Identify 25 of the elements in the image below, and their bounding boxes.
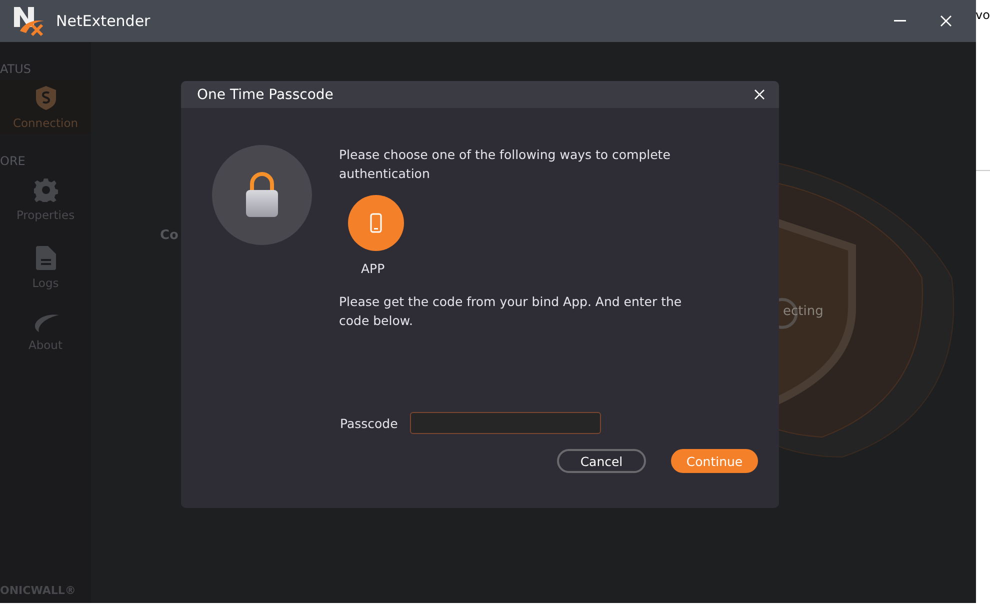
instructions-text: Please get the code from your bind App. And enter the code below. <box>339 293 683 330</box>
phone-icon <box>370 213 382 233</box>
passcode-label: Passcode <box>340 416 398 430</box>
swoosh-icon <box>32 314 58 332</box>
gear-icon <box>34 178 58 202</box>
section-label: ATUS <box>0 61 32 76</box>
app-logo-icon <box>12 5 46 37</box>
intro-text: Please choose one of the following ways to complete authentication <box>339 146 672 183</box>
sidebar-item[interactable]: Connection <box>0 80 91 134</box>
method-label: APP <box>361 261 386 276</box>
close-icon <box>940 15 952 27</box>
passcode-field[interactable] <box>410 412 601 434</box>
minimize-icon <box>894 20 906 22</box>
window-title: NetExtender <box>56 12 152 30</box>
document-icon <box>36 246 56 270</box>
background-window-text: vo <box>976 8 990 22</box>
shield-icon <box>36 86 56 110</box>
cancel-button[interactable]: Cancel <box>557 449 646 473</box>
section-label: ORE <box>0 153 26 168</box>
dialog-title: One Time Passcode <box>197 86 334 102</box>
continue-button[interactable]: Continue <box>671 449 758 473</box>
padlock-icon <box>245 172 279 218</box>
close-icon <box>754 89 764 100</box>
status-text: ecting <box>783 304 824 319</box>
page-heading: Co <box>160 228 178 243</box>
